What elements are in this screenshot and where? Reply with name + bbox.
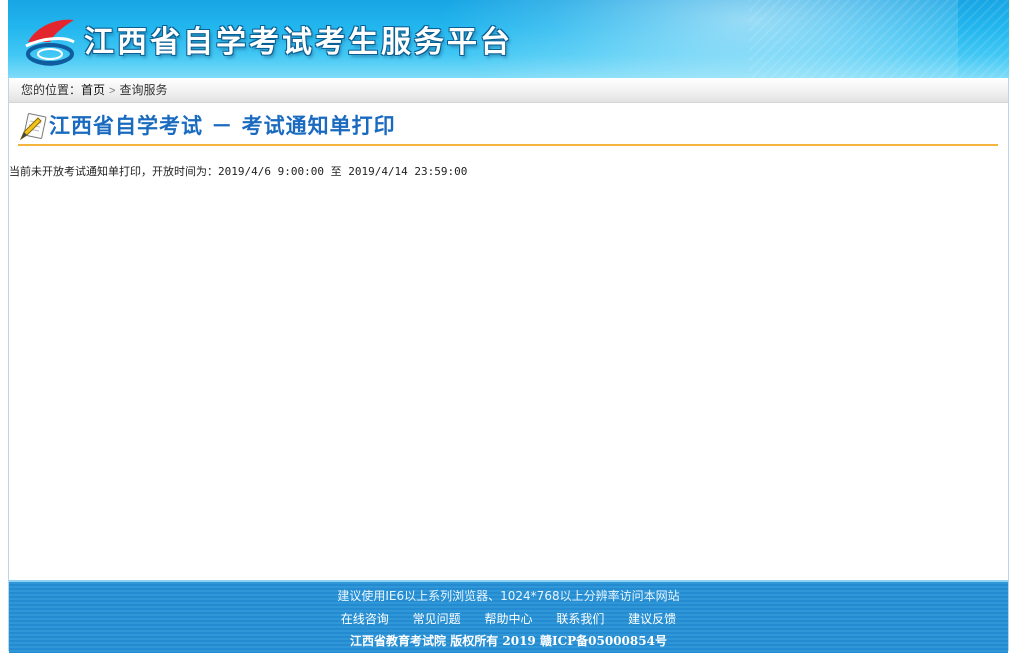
page-title-row: 江西省自学考试 － 考试通知单打印 (18, 108, 998, 146)
footer-link-faq[interactable]: 常见问题 (413, 612, 461, 626)
pencil-note-icon (19, 113, 47, 141)
footer-link-help-center[interactable]: 帮助中心 (484, 612, 532, 626)
breadcrumb-current: 查询服务 (119, 83, 168, 97)
site-logo-icon (25, 19, 75, 66)
site-header: 江西省自学考试考生服务平台 (8, 0, 1009, 78)
footer-links: 在线咨询 常见问题 帮助中心 联系我们 建议反馈 (9, 610, 1008, 627)
chevron-right-icon: > (109, 85, 116, 97)
footer-link-feedback[interactable]: 建议反馈 (628, 612, 676, 626)
site-title: 江西省自学考试考生服务平台 (84, 25, 513, 60)
footer-link-online-consult[interactable]: 在线咨询 (341, 612, 389, 626)
site-footer: 建议使用IE6以上系列浏览器、1024*768以上分辨率访问本网站 在线咨询 常… (9, 580, 1008, 653)
breadcrumb: 您的位置：首页 > 查询服务 (9, 78, 1008, 103)
breadcrumb-prefix: 您的位置： (21, 83, 82, 97)
footer-link-contact-us[interactable]: 联系我们 (556, 612, 604, 626)
breadcrumb-home-link[interactable]: 首页 (81, 83, 105, 97)
browser-tip: 建议使用IE6以上系列浏览器、1024*768以上分辨率访问本网站 (337, 589, 680, 603)
copyright: 江西省教育考试院 版权所有 2019 赣ICP备05000854号 (350, 634, 667, 648)
print-notice-text: 当前未开放考试通知单打印，开放时间为：2019/4/6 9:00:00 至 20… (9, 165, 468, 178)
header-stripes (749, 0, 1009, 78)
page-title: 江西省自学考试 － 考试通知单打印 (49, 113, 396, 138)
breadcrumb-inner: 您的位置：首页 > 查询服务 (21, 78, 167, 103)
